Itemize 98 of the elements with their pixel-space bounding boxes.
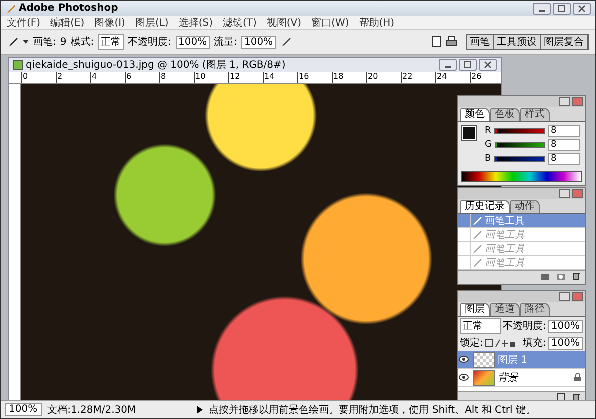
channel-value-field[interactable]: 8 bbox=[548, 125, 580, 137]
opacity-field[interactable]: 100% bbox=[548, 320, 583, 332]
palette-well-tab[interactable]: 工具预设 bbox=[494, 35, 541, 49]
ruler-label: 2 bbox=[56, 72, 90, 83]
panel-tab[interactable]: 动作 bbox=[510, 200, 540, 213]
airbrush-icon[interactable] bbox=[280, 36, 292, 48]
mode-label: 模式: bbox=[70, 36, 94, 49]
status-hint: 点按并拖移以用前景色绘画。要用附加选项，使用 Shift、Alt 和 Ctrl 键。 bbox=[209, 404, 536, 416]
menu-item[interactable]: 编辑(E) bbox=[50, 16, 85, 30]
ruler-label: 6 bbox=[124, 72, 159, 83]
opacity-label: 不透明度: bbox=[503, 320, 546, 333]
opacity-label: 不透明度: bbox=[128, 36, 172, 49]
menu-item[interactable]: 图像(I) bbox=[94, 16, 126, 30]
image-file-icon bbox=[13, 60, 23, 70]
trash-icon[interactable] bbox=[572, 393, 581, 400]
eye-icon[interactable] bbox=[459, 374, 469, 381]
layer-thumbnail bbox=[473, 352, 495, 368]
lock-options-icon[interactable] bbox=[485, 338, 516, 348]
document-icon[interactable] bbox=[432, 36, 442, 48]
new-layer-icon[interactable] bbox=[557, 393, 566, 400]
menu-item[interactable]: 图层(L) bbox=[135, 16, 169, 30]
minimize-button[interactable] bbox=[533, 2, 551, 14]
ruler-label: 0 bbox=[21, 72, 56, 83]
blend-mode-dropdown[interactable]: 正常 bbox=[460, 318, 502, 334]
menu-item[interactable]: 文件(F) bbox=[7, 16, 41, 30]
mode-dropdown[interactable]: 正常 bbox=[98, 34, 124, 50]
layer-name: 图层 1 bbox=[498, 354, 529, 366]
close-icon bbox=[484, 61, 492, 69]
layer-thumbnail bbox=[473, 370, 495, 386]
slider-track[interactable] bbox=[494, 128, 545, 134]
ruler-label: 8 bbox=[159, 72, 194, 83]
panel-tab[interactable]: 色板 bbox=[490, 108, 520, 121]
brush-size-picker[interactable]: 9 bbox=[60, 36, 67, 48]
ruler-label: 4 bbox=[90, 72, 124, 83]
brush-icon[interactable] bbox=[7, 36, 19, 48]
window-title: Adobe Photoshop bbox=[19, 3, 118, 14]
fill-label: 填充: bbox=[523, 336, 546, 350]
palette-well-tab[interactable]: 画笔 bbox=[467, 35, 494, 49]
flow-field[interactable]: 100% bbox=[241, 36, 276, 48]
panel-tab[interactable]: 通道 bbox=[490, 303, 520, 316]
maximize-icon bbox=[464, 61, 472, 69]
ruler-label: 24 bbox=[435, 72, 470, 83]
ruler-label: 20 bbox=[366, 72, 400, 83]
channel-value-field[interactable]: 8 bbox=[548, 139, 580, 151]
slider-track[interactable] bbox=[494, 156, 545, 162]
camera-icon[interactable] bbox=[556, 272, 566, 281]
maximize-button[interactable] bbox=[459, 59, 477, 71]
printer-icon[interactable] bbox=[446, 36, 458, 48]
ruler-label: 26 bbox=[470, 72, 504, 83]
ruler-label: 10 bbox=[194, 72, 228, 83]
color-swatch[interactable] bbox=[462, 126, 476, 140]
menu-item[interactable]: 视图(V) bbox=[266, 16, 302, 30]
panel-tab[interactable]: 历史记录 bbox=[460, 200, 510, 213]
zoom-field[interactable]: 100% bbox=[5, 403, 42, 416]
slider-track[interactable] bbox=[494, 142, 545, 148]
maximize-button[interactable] bbox=[553, 2, 571, 14]
close-icon bbox=[578, 4, 586, 12]
minimize-button[interactable] bbox=[559, 189, 570, 198]
menu-item[interactable]: 选择(S) bbox=[178, 16, 213, 30]
ruler-label: 22 bbox=[400, 72, 435, 83]
document-title: qiekaide_shuiguo-013.jpg @ 100% (图层 1, RGB/8#) bbox=[26, 59, 286, 72]
menu-item[interactable]: 滤镜(T) bbox=[222, 16, 257, 30]
fill-field[interactable]: 100% bbox=[548, 336, 583, 350]
menu-item[interactable]: 窗口(W) bbox=[312, 16, 350, 30]
maximize-icon bbox=[558, 4, 566, 12]
eye-icon[interactable] bbox=[459, 356, 469, 363]
close-button[interactable] bbox=[479, 59, 497, 71]
minimize-button[interactable] bbox=[439, 59, 457, 71]
brush-label: 画笔: bbox=[33, 36, 56, 49]
trash-icon[interactable] bbox=[572, 272, 581, 281]
channel-label: B bbox=[485, 154, 492, 164]
channel-label: G bbox=[485, 140, 492, 150]
opacity-field[interactable]: 100% bbox=[176, 36, 210, 48]
layer-row[interactable]: 背景 bbox=[458, 369, 585, 387]
minimize-button[interactable] bbox=[559, 292, 570, 301]
panel-tab[interactable]: 路径 bbox=[520, 303, 550, 316]
lock-label: 锁定: bbox=[460, 336, 484, 350]
channel-value-field[interactable]: 8 bbox=[548, 153, 580, 165]
channel-label: R bbox=[485, 126, 492, 136]
panel-tab[interactable]: 颜色 bbox=[460, 108, 490, 121]
palette-well-tab[interactable]: 图层复合 bbox=[541, 35, 588, 49]
ruler-label: 18 bbox=[332, 72, 366, 83]
snapshot-icon[interactable] bbox=[540, 272, 550, 281]
play-arrow-icon[interactable] bbox=[197, 406, 204, 414]
ruler-label: 12 bbox=[228, 72, 262, 83]
ruler-label: 14 bbox=[262, 72, 297, 83]
menu-item[interactable]: 帮助(H) bbox=[359, 16, 395, 30]
close-button[interactable] bbox=[573, 2, 591, 14]
color-spectrum[interactable] bbox=[461, 171, 582, 182]
layer-name: 背景 bbox=[498, 372, 520, 384]
document-info: 文档:1.28M/2.30M bbox=[48, 404, 136, 416]
flow-label: 流量: bbox=[214, 36, 238, 49]
minimize-button[interactable] bbox=[559, 97, 570, 106]
ruler-label: 16 bbox=[297, 72, 332, 83]
caret-icon[interactable] bbox=[23, 40, 29, 44]
panel-tab[interactable]: 图层 bbox=[460, 303, 490, 316]
panel-tab[interactable]: 样式 bbox=[520, 108, 550, 121]
feather-icon bbox=[5, 2, 15, 14]
